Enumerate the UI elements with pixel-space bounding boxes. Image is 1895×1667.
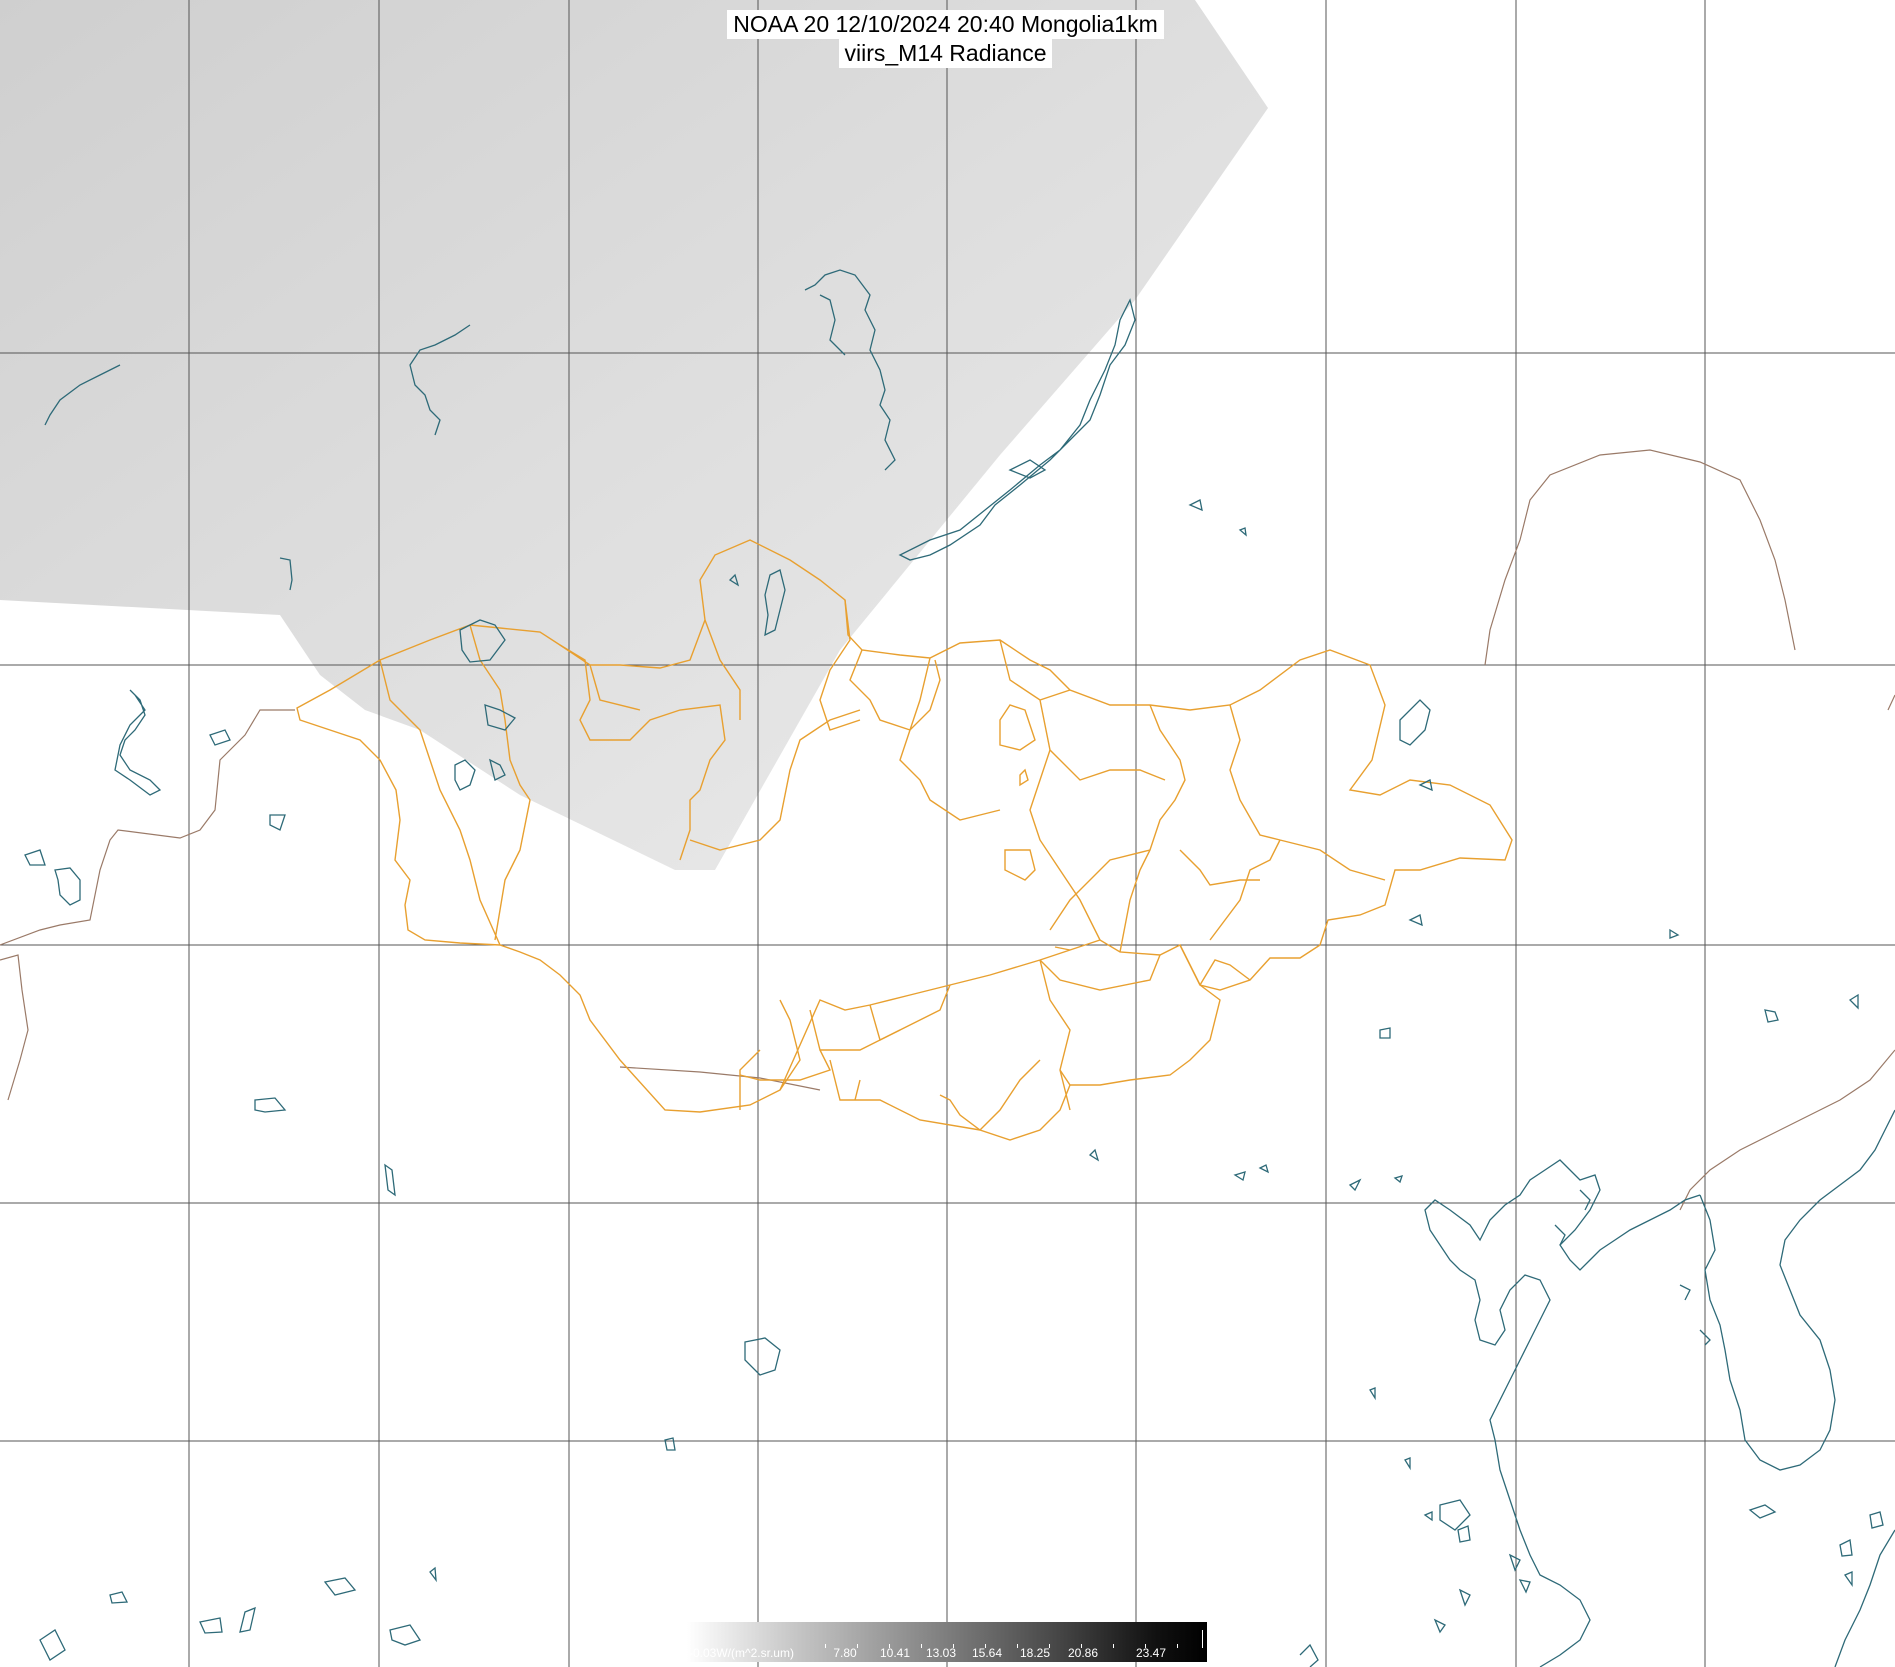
colorbar-labels: -0.03W/(m^2.sr.um) 7.80 10.41 13.03 15.6… (687, 1646, 1207, 1662)
colorbar-label: 10.41 (879, 1646, 911, 1660)
colorbar-label: 23.47 (1135, 1646, 1167, 1660)
colorbar-label: 18.25 (1019, 1646, 1051, 1660)
colorbar-label: 20.86 (1067, 1646, 1099, 1660)
colorbar-label: 15.64 (971, 1646, 1003, 1660)
map-canvas (0, 0, 1895, 1667)
map-view[interactable]: NOAA 20 12/10/2024 20:40 Mongolia1km vii… (0, 0, 1895, 1667)
satellite-swath (0, 0, 1268, 870)
map-title: NOAA 20 12/10/2024 20:40 Mongolia1km vii… (717, 10, 1174, 68)
colorbar-label: 7.80 (833, 1646, 857, 1660)
colorbar: -0.03W/(m^2.sr.um) 7.80 10.41 13.03 15.6… (687, 1622, 1207, 1662)
colorbar-label: 13.03 (925, 1646, 957, 1660)
title-line-1: NOAA 20 12/10/2024 20:40 Mongolia1km (727, 10, 1164, 39)
colorbar-label: -0.03W/(m^2.sr.um) (689, 1646, 794, 1660)
title-line-2: viirs_M14 Radiance (838, 39, 1053, 68)
